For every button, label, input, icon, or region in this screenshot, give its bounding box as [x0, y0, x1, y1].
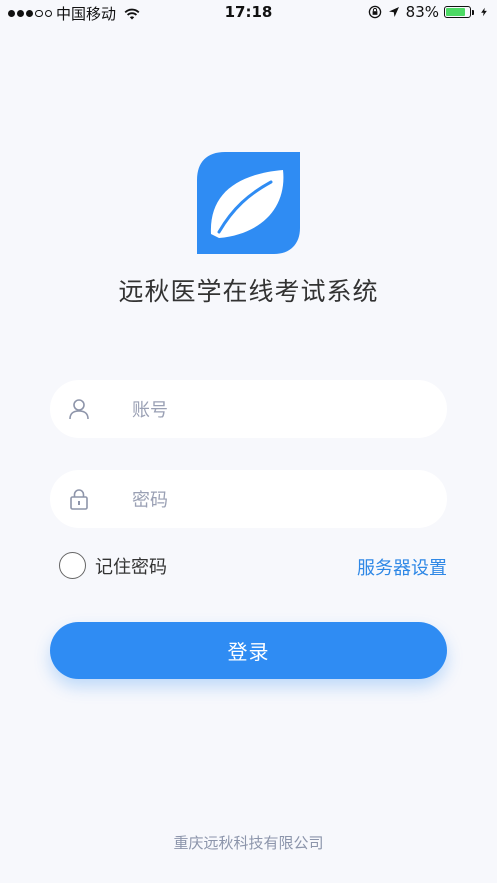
- app-title: 远秋医学在线考试系统: [118, 277, 379, 306]
- remember-password[interactable]: 记住密码: [59, 552, 167, 579]
- lock-icon: [70, 489, 88, 510]
- remember-label: 记住密码: [95, 556, 167, 578]
- leaf-logo-icon: [197, 152, 300, 254]
- account-field[interactable]: [50, 380, 447, 440]
- password-field[interactable]: [50, 470, 447, 530]
- server-settings-link[interactable]: 服务器设置: [357, 554, 447, 580]
- battery-icon: [444, 6, 471, 18]
- login-button[interactable]: 登录: [50, 622, 447, 679]
- battery-tip: [472, 9, 474, 15]
- remember-checkbox[interactable]: [59, 552, 86, 579]
- battery-fill: [446, 8, 466, 16]
- password-input[interactable]: [130, 470, 434, 530]
- company-footer: 重庆远秋科技有限公司: [173, 834, 324, 852]
- charging-bolt-icon: [481, 7, 487, 17]
- status-bar: 中国移动 17:18 83%: [0, 0, 497, 28]
- account-input[interactable]: [130, 380, 434, 440]
- user-icon: [69, 399, 89, 420]
- battery-percent: 83%: [405, 3, 439, 21]
- rotation-lock-icon: [368, 5, 381, 19]
- status-right: 83%: [368, 3, 489, 21]
- login-screen: 中国移动 17:18 83% 远秋医学在线考试系统 账号 记住密码 服务器设置 …: [0, 0, 497, 883]
- location-arrow-icon: [388, 7, 399, 17]
